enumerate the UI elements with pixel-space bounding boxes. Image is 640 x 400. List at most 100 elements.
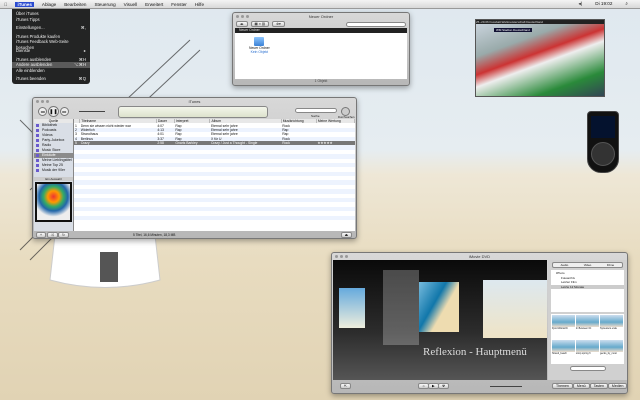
browse-label: Durchsuchen (338, 115, 355, 119)
thumbnail-label: Fjord Weitsicht (552, 327, 568, 330)
menu-item-shortcut: ⌘, (80, 25, 86, 31)
menu-erweitert[interactable]: Erweitert (145, 2, 163, 7)
menu-item-shortcut: ⌘Q (78, 76, 86, 82)
table-cell (79, 215, 157, 220)
tv-title: 25.-29.06 Fussball-Weltmeisterschaft Deu… (476, 20, 604, 24)
thumbnail-image (576, 339, 599, 352)
repeat-button[interactable]: ↻ (58, 232, 69, 238)
thumbnail-image (552, 315, 575, 327)
window-title: Neuer Ordner (308, 14, 334, 19)
shuffle-button[interactable]: ⤨ (47, 232, 58, 238)
search-input[interactable] (346, 21, 406, 27)
view-mode-button[interactable]: ▦ ≡ ▥ (250, 21, 270, 27)
media-thumbnail[interactable]: gecko_by_most (600, 339, 623, 364)
menu-item-label: Dienste (16, 47, 31, 53)
volume-slider[interactable] (490, 386, 522, 387)
thumbnail-label: In Between Dr. (576, 327, 592, 330)
apple-menu[interactable]:  (4, 2, 7, 7)
remote-display (591, 116, 615, 138)
folder-item[interactable]: Neuer Ordner Kein Objekt (249, 37, 270, 54)
itunes-dropdown-menu: Über iTunes iTunes Tipps Einstellungen... ⌘… (12, 9, 90, 84)
dvd-themen-button[interactable]: Themen (552, 383, 573, 389)
folder-icon (254, 37, 265, 46)
media-tab[interactable]: Filme (599, 263, 622, 267)
table-cell (174, 215, 210, 220)
artwork-label: Ein Auswahl (34, 177, 73, 181)
volume-icon[interactable]: ◂) (578, 1, 582, 7)
table-cell (209, 215, 282, 220)
search-input[interactable] (295, 108, 337, 113)
itunes-window: iTunes ◂◂ ❚❚ ▸▸ Suche Durchsuchen Quelle… (32, 97, 357, 239)
media-thumbnail[interactable]: In Between Dr. (576, 315, 599, 339)
menu-title: Reflexion - Hauptmenü (423, 346, 527, 358)
menu-fenster[interactable]: Fenster (171, 2, 187, 7)
thumbnail-label: gecko_by_most (600, 351, 617, 355)
media-thumbnail[interactable]: strop spring fr (576, 339, 599, 364)
thumbnail-image (552, 339, 575, 352)
menu-item-shortcut: ▸ (83, 47, 86, 53)
thumbnail-label: Strand_beach (552, 351, 567, 355)
sidebar-item[interactable]: Musik der 90er (34, 168, 73, 173)
dvd-medien-button[interactable]: Medien (607, 383, 628, 389)
menu-item[interactable]: iTunes beenden ⌘Q (12, 76, 90, 82)
menu-item-label: Einstellungen... (16, 25, 45, 31)
media-tab[interactable]: Video (576, 263, 599, 267)
volume-slider[interactable] (79, 111, 105, 112)
menu-item-label: Alle einblenden (16, 67, 45, 73)
fullscreen-button[interactable]: ⇱ (340, 383, 351, 389)
menu-bearbeiten[interactable]: Bearbeiten (64, 2, 86, 7)
remote-widget[interactable] (587, 111, 619, 173)
tv-video-window[interactable]: 25.-29.06 Fussball-Weltmeisterschaft Deu… (475, 19, 605, 97)
media-tab[interactable]: Audio (553, 263, 576, 267)
lcd-display (118, 106, 268, 118)
search-label: Suche (311, 114, 320, 118)
play-pause-button[interactable]: ❚❚ (48, 106, 59, 117)
menu-preview[interactable]: Reflexion - Hauptmenü (333, 260, 547, 380)
table-row (74, 215, 355, 220)
thumbnail-image (600, 315, 623, 327)
track-table: Titelname Dauer Interpret Album Musikrichtun… (74, 119, 355, 220)
back-forward-button[interactable]: ◂▸ (236, 21, 248, 27)
menu-bar:  iTunes Ablage Bearbeiten Steuerung Vis… (0, 0, 640, 9)
menu-visuell[interactable]: Visuell (124, 2, 137, 7)
media-search-input[interactable] (569, 366, 606, 371)
thumbnail-image (576, 315, 599, 327)
table-cell (281, 215, 317, 220)
dvd-tasten-button[interactable]: Tasten (589, 383, 608, 389)
menu-item-label: iTunes Feedback Web-Seite besuchen (16, 39, 69, 50)
remote-dial[interactable] (591, 142, 615, 166)
window-title: iMovie DVD (468, 254, 491, 259)
spotlight-icon[interactable]: ⌕ (625, 1, 628, 7)
burn-button[interactable]: ☢ (438, 383, 450, 389)
album-artwork (35, 182, 72, 222)
thumbnail-image (600, 339, 623, 352)
table-cell (316, 215, 355, 220)
next-button[interactable]: ▸▸ (60, 107, 69, 116)
menu-item-shortcut: ⌥⌘H (73, 62, 86, 68)
menu-steuerung[interactable]: Steuerung (94, 2, 115, 7)
media-thumbnail[interactable]: Fjord Weitsicht (552, 315, 575, 339)
window-title: iTunes (188, 99, 201, 104)
menu-item[interactable]: iTunes Feedback Web-Seite besuchen (12, 39, 90, 50)
status-bar: 1 Objekt (314, 79, 328, 83)
menu-hilfe[interactable]: Hilfe (195, 2, 204, 7)
media-thumbnail[interactable]: Strand_beach (552, 339, 575, 364)
menu-item-label: iTunes Tipps (16, 16, 40, 22)
dvd-window: iMovie DVD Reflexion - Hauptmenü Audio Vi… (331, 252, 628, 394)
action-button[interactable]: ✲▾ (272, 21, 285, 27)
thumbnail-label: strop spring fr (576, 351, 591, 355)
eject-button[interactable]: ⏏ (340, 232, 352, 238)
media-thumbnail[interactable]: Sylvesters ende (600, 315, 623, 339)
dvd-menü-button[interactable]: Menü (572, 383, 590, 389)
thumbnail-label: Sylvesters ende (600, 327, 618, 330)
menu-itunes[interactable]: iTunes (15, 1, 34, 7)
finder-window: Neuer Ordner ◂▸ ▦ ≡ ▥ ✲▾ Neuer Ordner Neue… (232, 12, 410, 86)
menu-item-label: iTunes beenden (16, 76, 46, 82)
tv-overlay: WM Stadion Deutschland (494, 28, 532, 32)
previous-button[interactable]: ◂◂ (38, 107, 47, 116)
add-playlist-button[interactable]: + (36, 232, 47, 238)
clock[interactable]: Di 19:02 (595, 1, 612, 7)
status-text: 5 Titel, 16,6 Minuten, 18,3 MB (133, 233, 176, 237)
tree-item[interactable]: Letzte 12 Monate (551, 284, 624, 289)
menu-ablage[interactable]: Ablage (42, 2, 56, 7)
